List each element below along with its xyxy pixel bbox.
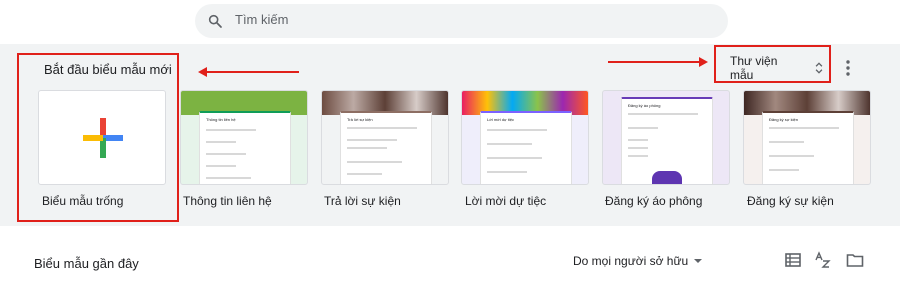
template-thumbnail[interactable]: Trả lời sự kiện (321, 90, 449, 185)
template-gallery: Bắt đầu biểu mẫu mới Thư viện mẫu Biểu m… (0, 44, 900, 226)
thumbnail-title: Lời mời dự tiệc (487, 117, 515, 122)
more-options-icon[interactable] (840, 59, 856, 77)
dropdown-caret-icon (694, 259, 703, 263)
thumbnail-title: Thông tin liên hệ (206, 117, 236, 122)
search-icon (208, 14, 222, 28)
template-label[interactable]: Đăng ký áo phông (605, 194, 702, 208)
template-label[interactable]: Thông tin liên hệ (183, 194, 272, 208)
annotation-arrow-left (198, 67, 299, 77)
thumbnail-title: Đăng ký sự kiện (769, 117, 798, 122)
tshirt-image (652, 171, 682, 184)
top-bar: Tìm kiếm (0, 0, 900, 44)
annotation-arrow-right (608, 57, 708, 67)
template-party[interactable]: Lời mời dự tiệc (461, 90, 589, 185)
annotation-highlight-library (714, 45, 831, 83)
recent-forms-title: Biểu mẫu gần đây (34, 256, 139, 271)
template-label[interactable]: Đăng ký sự kiện (747, 194, 834, 208)
thumbnail-form-card: Đăng ký áo phông (621, 97, 713, 184)
search-bar[interactable]: Tìm kiếm (195, 4, 728, 38)
sort-az-icon[interactable] (814, 251, 832, 269)
owner-filter-label: Do mọi người sở hữu (573, 254, 689, 268)
owner-filter-dropdown[interactable]: Do mọi người sở hữu (573, 254, 703, 268)
search-input[interactable]: Tìm kiếm (235, 12, 288, 27)
template-label[interactable]: Lời mời dự tiệc (465, 194, 546, 208)
template-thumbnail[interactable]: Lời mời dự tiệc (461, 90, 589, 185)
template-thumbnail[interactable]: Đăng ký áo phông (602, 90, 730, 185)
template-rsvp[interactable]: Trả lời sự kiện (321, 90, 449, 185)
thumbnail-form-card: Đăng ký sự kiện (762, 111, 854, 184)
thumbnail-title: Trả lời sự kiện (347, 117, 373, 122)
annotation-highlight-blank (17, 53, 179, 222)
template-label[interactable]: Trả lời sự kiện (324, 194, 401, 208)
template-thumbnail[interactable]: Đăng ký sự kiện (743, 90, 871, 185)
thumbnail-form-card: Lời mời dự tiệc (480, 111, 572, 184)
folder-icon[interactable] (846, 251, 864, 269)
thumbnail-title: Đăng ký áo phông (628, 103, 661, 108)
list-view-icon[interactable] (784, 251, 802, 269)
template-tshirt[interactable]: Đăng ký áo phông (602, 90, 730, 185)
template-thumbnail[interactable]: Thông tin liên hệ (180, 90, 308, 185)
template-contact[interactable]: Thông tin liên hệ (180, 90, 308, 185)
template-event[interactable]: Đăng ký sự kiện (743, 90, 871, 185)
thumbnail-form-card: Trả lời sự kiện (340, 111, 432, 184)
thumbnail-form-card: Thông tin liên hệ (199, 111, 291, 184)
